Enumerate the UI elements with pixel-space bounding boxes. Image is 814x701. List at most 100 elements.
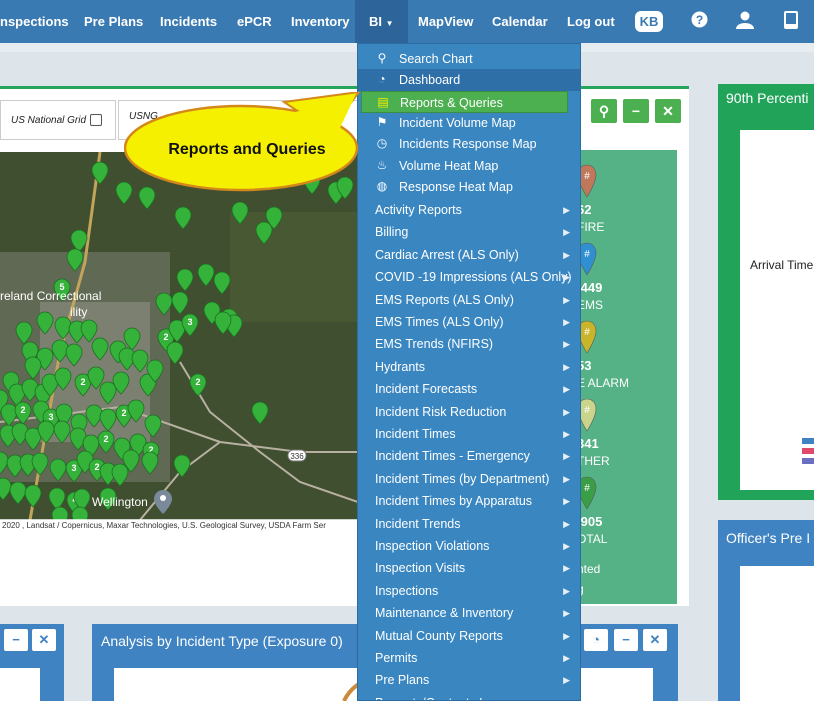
nav-bi-label: BI (369, 14, 382, 29)
svg-text:2: 2 (163, 332, 168, 342)
percentile-chart-area: Arrival Time (740, 130, 814, 490)
submenu-inspection-violations[interactable]: Inspection Violations ▶ (358, 535, 580, 557)
svg-text:?: ? (696, 13, 703, 27)
help-icon[interactable]: ? (691, 11, 708, 31)
submenu-label: COVID -19 Impressions (ALS Only) (375, 270, 572, 285)
nav-pre-plans[interactable]: Pre Plans (84, 0, 143, 43)
map-locate-button[interactable]: ⚲ (591, 99, 617, 123)
submenu-label: EMS Reports (ALS Only) (375, 292, 514, 307)
chevron-right-icon: ▶ (563, 563, 570, 574)
menu-item-response-heat-map[interactable]: ◍ Response Heat Map (358, 176, 580, 198)
chevron-right-icon: ▶ (563, 541, 570, 551)
submenu-ems-reports-als-only[interactable]: EMS Reports (ALS Only) ▶ (358, 289, 580, 311)
submenu-label: Activity Reports (375, 203, 462, 217)
fire-icon: ♨ (376, 158, 388, 172)
grid-checkbox[interactable] (90, 114, 103, 127)
chevron-right-icon: ▶ (563, 653, 570, 663)
submenu-billing[interactable]: Billing ▶ (358, 221, 580, 243)
menu-item-incidents-response-map[interactable]: ◷ Incidents Response Map (358, 133, 580, 155)
analysis-title: Analysis by Incident Type (Exposure 0) (101, 633, 343, 649)
submenu-incident-times[interactable]: Incident Times ▶ (358, 423, 580, 445)
submenu-ems-trends-nfirs[interactable]: EMS Trends (NFIRS) ▶ (358, 333, 580, 355)
submenu-label: Inspections (375, 583, 439, 598)
submenu-incident-times-by-department[interactable]: Incident Times (by Department) ▶ (358, 468, 580, 490)
submenu-incident-forecasts[interactable]: Incident Forecasts ▶ (358, 378, 580, 400)
nav-epcr[interactable]: ePCR (237, 0, 272, 43)
submenu-incident-times-by-apparatus[interactable]: Incident Times by Apparatus ▶ (358, 490, 580, 512)
menu-item-incident-volume-map[interactable]: ⚑ Incident Volume Map (358, 112, 580, 134)
submenu-incident-times-emergency[interactable]: Incident Times - Emergency ▶ (358, 445, 580, 467)
menu-item-label: Incidents Response Map (399, 137, 537, 151)
analysis-dashboard-button[interactable]: ◔ (584, 629, 608, 651)
nav-inventory[interactable]: Inventory (291, 0, 350, 43)
submenu-inspection-visits[interactable]: Inspection Visits ▶ (358, 557, 580, 579)
submenu-label: Pre Plans (375, 673, 430, 688)
submenu-label: Incident Times - Emergency (375, 449, 530, 464)
menu-item-search-chart[interactable]: ⚲ Search Chart (358, 48, 580, 70)
submenu-covid-19-impressions-als-only[interactable]: COVID -19 Impressions (ALS Only) ▶ (358, 266, 580, 288)
dashboard-icon: ◔ (592, 632, 600, 647)
stat-label: FIRE (577, 220, 605, 234)
nav-calendar[interactable]: Calendar (492, 0, 548, 43)
us-national-grid-toggle[interactable]: US National Grid (0, 100, 116, 140)
chevron-right-icon: ▶ (563, 205, 570, 215)
submenu-maintenance-inventory[interactable]: Maintenance & Inventory ▶ (358, 602, 580, 624)
legend-swatch-red (802, 448, 814, 454)
dashboard-icon: ◔ (378, 72, 386, 86)
nav-incidents[interactable]: Incidents (160, 0, 217, 43)
submenu-incident-trends[interactable]: Incident Trends ▶ (358, 513, 580, 535)
chevron-right-icon: ▶ (563, 429, 570, 439)
nav-mapview[interactable]: MapView (418, 0, 473, 43)
submenu-cardiac-arrest-als-only[interactable]: Cardiac Arrest (ALS Only) ▶ (358, 244, 580, 266)
submenu-inspections[interactable]: Inspections ▶ (358, 580, 580, 602)
close-button[interactable]: ✕ (655, 99, 681, 123)
minus-icon: − (12, 632, 20, 647)
search-icon: ⚲ (377, 51, 387, 65)
menu-item-reports-queries[interactable]: ▤ Reports & Queries (361, 91, 568, 113)
submenu-property-contents-loss[interactable]: Property/Contents Loss ▶ (358, 692, 580, 700)
analysis-minimize-button[interactable]: − (614, 629, 638, 651)
svg-text:#: # (584, 249, 590, 260)
left-minimize-button[interactable]: − (4, 629, 28, 651)
submenu-label: Permits (375, 651, 418, 665)
submenu-label: Incident Times by Apparatus (375, 494, 533, 509)
user-icon[interactable] (736, 11, 754, 32)
chevron-right-icon: ▶ (563, 518, 570, 529)
callout-bubble: Reports and Queries (124, 92, 361, 192)
book-icon[interactable] (783, 11, 799, 32)
submenu-mutual-county-reports[interactable]: Mutual County Reports ▶ (358, 625, 580, 647)
menu-item-dashboard[interactable]: ◔ Dashboard (358, 69, 580, 91)
nav-bi[interactable]: BI ▼ (355, 0, 408, 43)
map-place-label-2: ility (70, 305, 87, 319)
nav-logout[interactable]: Log out (567, 0, 615, 43)
nav-inspections[interactable]: nspections (0, 0, 69, 43)
analysis-close-button[interactable]: ✕ (643, 629, 667, 651)
satellite-map[interactable]: 5232223222324 336 reland Correctional il… (0, 152, 358, 520)
submenu-incident-risk-reduction[interactable]: Incident Risk Reduction ▶ (358, 401, 580, 423)
close-icon: ✕ (38, 632, 50, 647)
submenu-activity-reports[interactable]: Activity Reports ▶ (358, 199, 580, 221)
map-place-label: reland Correctional (0, 289, 101, 303)
submenu-pre-plans[interactable]: Pre Plans ▶ (358, 669, 580, 691)
menu-item-volume-heat-map[interactable]: ♨ Volume Heat Map (358, 155, 580, 177)
percentile-panel: 90th Percenti Arrival Time (718, 84, 814, 500)
submenu-ems-times-als-only[interactable]: EMS Times (ALS Only) ▶ (358, 311, 580, 333)
legend-swatch-purple (802, 458, 814, 464)
minimize-button[interactable]: − (623, 99, 649, 123)
chevron-right-icon: ▶ (563, 675, 570, 686)
officer-title: Officer's Pre I (726, 530, 811, 546)
menu-item-label: Volume Heat Map (399, 159, 499, 173)
arrival-time-label: Arrival Time (750, 258, 814, 272)
submenu-hydrants[interactable]: Hydrants ▶ (358, 356, 580, 378)
submenu-label: Incident Trends (375, 516, 461, 531)
svg-text:#: # (584, 171, 590, 182)
svg-text:#: # (584, 327, 590, 338)
left-close-button[interactable]: ✕ (32, 629, 56, 651)
caret-down-icon: ▼ (385, 19, 394, 28)
submenu-label: Incident Risk Reduction (375, 404, 507, 419)
menu-item-label: Reports & Queries (400, 96, 503, 110)
submenu-label: Incident Times (by Department) (375, 471, 550, 486)
submenu-label: Property/Contents Loss (375, 696, 506, 700)
submenu-permits[interactable]: Permits ▶ (358, 647, 580, 669)
user-initials-badge[interactable]: KB (635, 11, 663, 32)
